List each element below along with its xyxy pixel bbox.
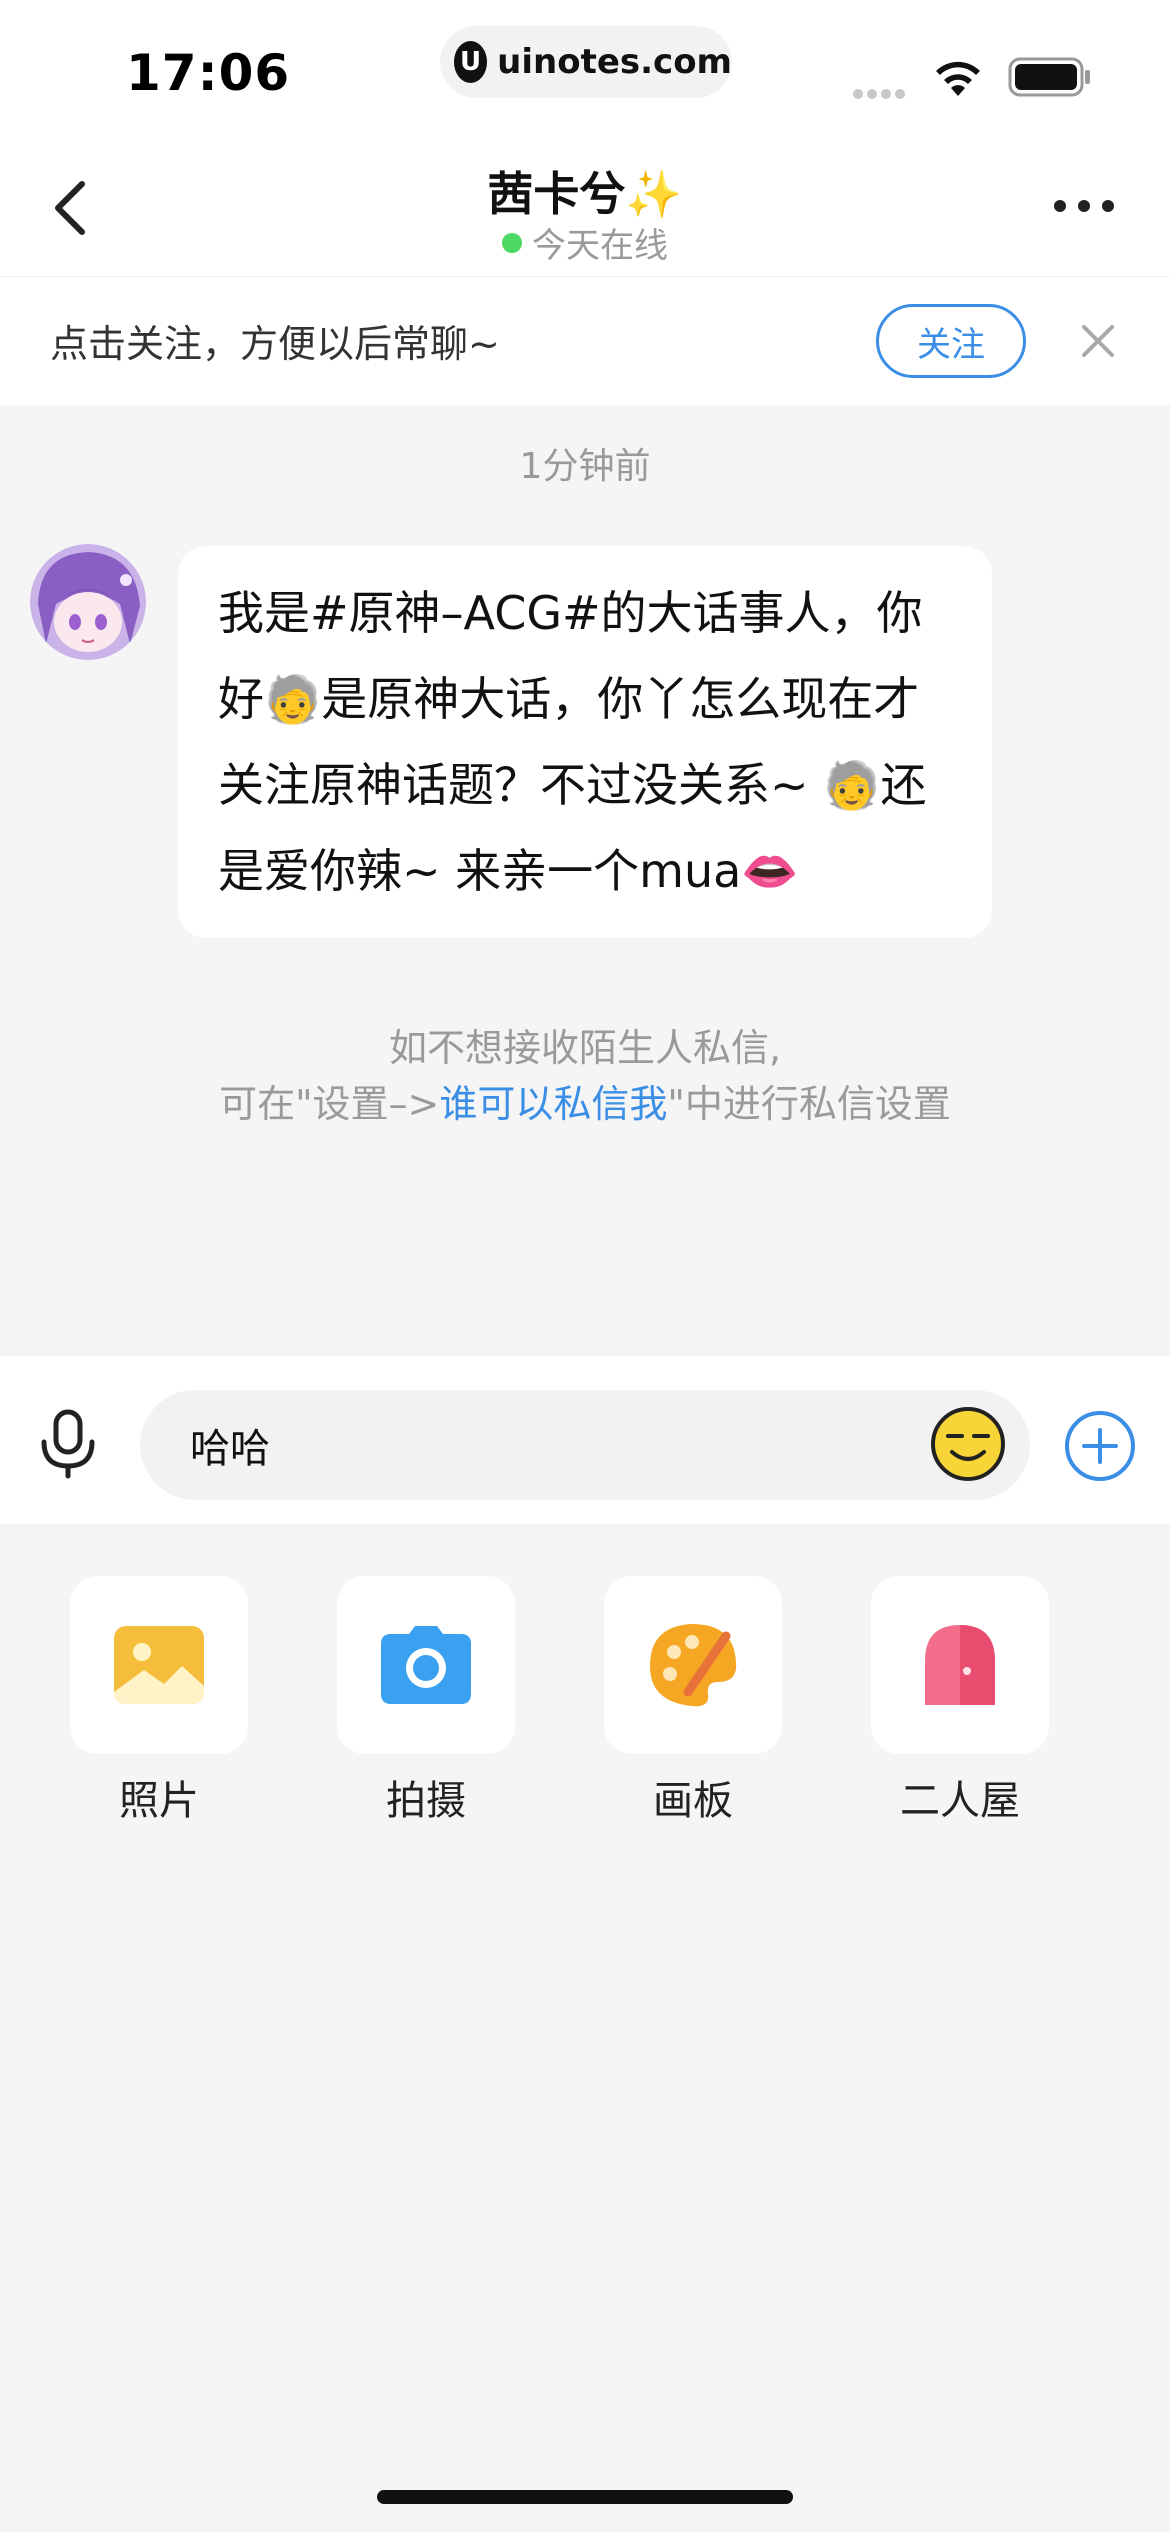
online-status-text: 今天在线 xyxy=(532,226,668,266)
input-bar: 哈哈 xyxy=(0,1356,1170,1524)
smirk-emoji-icon[interactable] xyxy=(930,1406,1006,1482)
tool-label: 照片 xyxy=(119,1778,199,1824)
url-pill[interactable]: U uinotes.com xyxy=(440,26,732,98)
follow-tip-text: 点击关注，方便以后常聊~ xyxy=(50,322,500,366)
site-logo-icon: U xyxy=(454,41,488,83)
more-options-button[interactable] xyxy=(1054,196,1114,216)
who-can-message-link[interactable]: 谁可以私信我 xyxy=(439,1082,667,1126)
tool-card xyxy=(871,1576,1049,1754)
palette-icon xyxy=(650,1624,737,1707)
cellular-signal-icon xyxy=(853,84,915,99)
wifi-icon xyxy=(936,61,980,96)
notice-line-1: 如不想接收陌生人私信, xyxy=(388,1026,782,1070)
tool-label: 画板 xyxy=(653,1778,733,1824)
tool-couple-room[interactable]: 二人屋 xyxy=(871,1576,1049,1826)
door-icon xyxy=(925,1625,995,1705)
photo-icon xyxy=(114,1626,204,1704)
tool-card xyxy=(604,1576,782,1754)
tool-photo[interactable]: 照片 xyxy=(70,1576,248,1826)
status-time: 17:06 xyxy=(126,44,291,102)
home-indicator xyxy=(377,2490,793,2504)
dot-icon xyxy=(1078,200,1090,212)
url-text: uinotes.com xyxy=(497,42,732,82)
chat-title: 茜卡兮✨ xyxy=(487,167,683,221)
notice-prefix: 可在"设置–> xyxy=(219,1082,440,1126)
plus-circle-icon[interactable] xyxy=(1064,1410,1136,1482)
camera-icon xyxy=(381,1626,471,1704)
notice-line-2: 可在"设置–>谁可以私信我"中进行私信设置 xyxy=(0,1076,1170,1132)
message-input[interactable]: 哈哈 xyxy=(140,1390,1030,1500)
message-text: 我是#原神–ACG#的大话事人，你好🧓是原神大话，你丫怎么现在才关注原神话题？不… xyxy=(218,586,927,898)
avatar[interactable] xyxy=(30,544,146,660)
dot-icon xyxy=(1054,200,1066,212)
microphone-icon[interactable] xyxy=(36,1408,100,1480)
tool-card xyxy=(337,1576,515,1754)
tool-card xyxy=(70,1576,248,1754)
follow-banner: 点击关注，方便以后常聊~ 关注 xyxy=(0,276,1170,405)
dot-icon xyxy=(1102,200,1114,212)
tool-label: 二人屋 xyxy=(900,1778,1020,1824)
message-timestamp: 1分钟前 xyxy=(519,446,651,487)
battery-icon xyxy=(1008,57,1090,97)
tool-label: 拍摄 xyxy=(386,1778,466,1824)
online-status: 今天在线 xyxy=(0,218,1170,267)
follow-button[interactable]: 关注 xyxy=(876,304,1026,378)
privacy-notice: 如不想接收陌生人私信, 可在"设置–>谁可以私信我"中进行私信设置 xyxy=(0,1020,1170,1132)
online-dot-icon xyxy=(502,232,522,253)
message-bubble[interactable]: 我是#原神–ACG#的大话事人，你好🧓是原神大话，你丫怎么现在才关注原神话题？不… xyxy=(178,546,992,938)
close-icon[interactable] xyxy=(1078,321,1118,361)
notice-suffix: "中进行私信设置 xyxy=(667,1082,951,1126)
tool-drawing-board[interactable]: 画板 xyxy=(604,1576,782,1826)
tool-camera[interactable]: 拍摄 xyxy=(337,1576,515,1826)
